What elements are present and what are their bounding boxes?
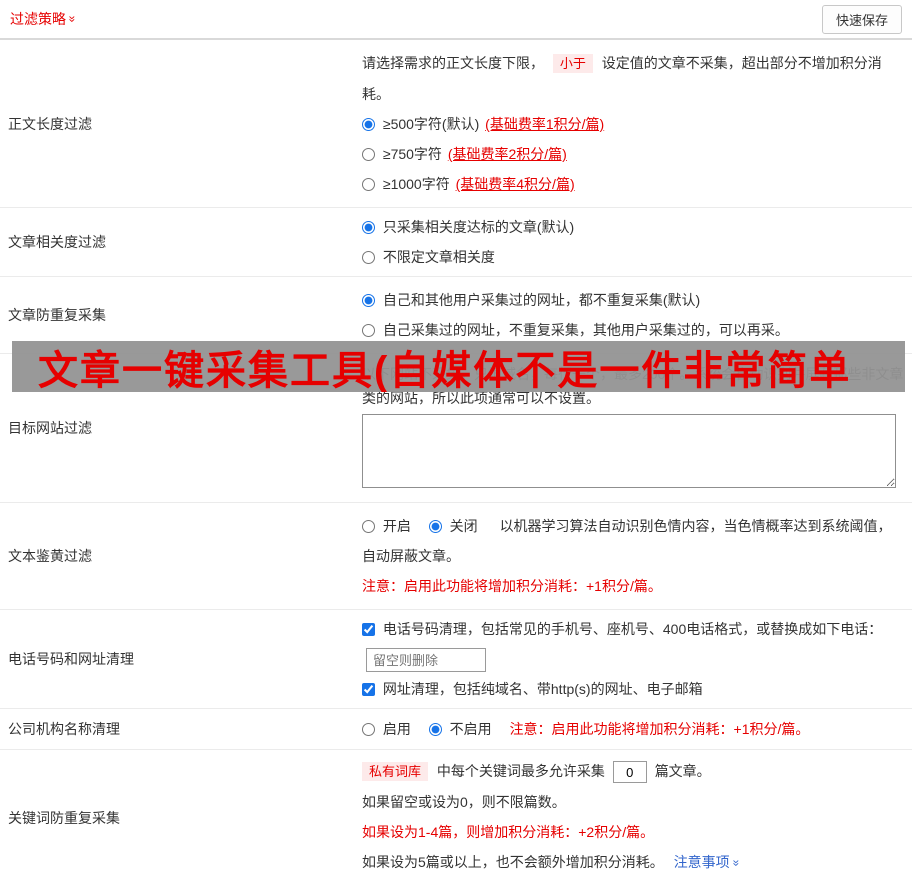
phone-clean-option[interactable]: 电话号码清理，包括常见的手机号、座机号、400电话格式，或替换成如下电话： xyxy=(362,621,882,637)
replacement-phone-input[interactable] xyxy=(366,648,486,673)
row-phone-url-clean: 电话号码和网址清理 电话号码清理，包括常见的手机号、座机号、400电话格式，或替… xyxy=(0,610,912,709)
row-length-filter: 正文长度过滤 请选择需求的正文长度下限， 小于 设定值的文章不采集，超出部分不增… xyxy=(0,40,912,208)
keyword-note-cost: 如果设为1-4篇，则增加积分消耗：+2积分/篇。 xyxy=(362,824,655,840)
option-label: 开启 xyxy=(382,518,411,534)
length-filter-intro: 请选择需求的正文长度下限， 小于 设定值的文章不采集，超出部分不增加积分消耗。 xyxy=(362,48,904,109)
row-company-clean: 公司机构名称清理 启用 不启用 注意：启用此功能将增加积分消耗：+1积分/篇。 xyxy=(0,709,912,750)
less-than-tag: 小于 xyxy=(552,54,593,73)
row-keyword-dedup: 关键词防重复采集 私有词库 中每个关键词最多允许采集 篇文章。 如果留空或设为0… xyxy=(0,750,912,886)
length-filter-label: 正文长度过滤 xyxy=(8,115,92,132)
porn-option-on[interactable]: 开启 xyxy=(362,518,415,534)
keyword-line1-post: 篇文章。 xyxy=(654,763,711,779)
company-clean-content: 启用 不启用 注意：启用此功能将增加积分消耗：+1积分/篇。 xyxy=(362,709,912,749)
porn-radio-off[interactable] xyxy=(428,520,442,533)
dedup-radio-self[interactable] xyxy=(362,324,375,337)
option-label: ≥750字符 xyxy=(382,146,442,162)
option-label: 自己采集过的网址，不重复采集，其他用户采集过的，可以再采。 xyxy=(382,322,789,338)
porn-option-off[interactable]: 关闭 xyxy=(428,518,482,534)
relevance-option-strict[interactable]: 只采集相关度达标的文章(默认) xyxy=(362,219,574,235)
row-porn-filter: 文本鉴黄过滤 开启 关闭 以机器学习算法自动识别色情内容，当色情概率达到系统阈值… xyxy=(0,503,912,610)
length-radio-500[interactable] xyxy=(362,118,375,131)
dedup-option-all[interactable]: 自己和其他用户采集过的网址，都不重复采集(默认) xyxy=(362,292,700,308)
option-label: 关闭 xyxy=(449,518,478,534)
relevance-radio-strict[interactable] xyxy=(362,221,375,234)
page-title-text: 过滤策略 xyxy=(10,11,66,27)
option-label: 自己和其他用户采集过的网址，都不重复采集(默认) xyxy=(382,292,701,308)
watermark-text: 文章一键采集工具(自媒体不是一件非常简单 xyxy=(38,348,852,393)
company-option-on[interactable]: 启用 xyxy=(362,721,415,737)
phone-clean-checkbox[interactable] xyxy=(362,623,375,636)
chevron-down-icon: » xyxy=(729,859,744,867)
option-label: 只采集相关度达标的文章(默认) xyxy=(382,219,575,235)
keyword-dedup-label: 关键词防重复采集 xyxy=(8,810,120,826)
option-label: ≥1000字符 xyxy=(382,176,450,192)
option-label: ≥500字符(默认) xyxy=(382,116,480,132)
phone-url-clean-content: 电话号码清理，包括常见的手机号、座机号、400电话格式，或替换成如下电话： 网址… xyxy=(362,610,912,708)
company-option-off[interactable]: 不启用 xyxy=(428,721,496,737)
dedup-radio-all[interactable] xyxy=(362,294,375,307)
length-radio-750[interactable] xyxy=(362,148,375,161)
keyword-line1-mid: 中每个关键词最多允许采集 xyxy=(436,763,605,779)
notes-link[interactable]: 注意事项» xyxy=(674,854,743,870)
fee-note: (基础费率1积分/篇) xyxy=(485,116,605,132)
company-radio-on[interactable] xyxy=(362,723,375,736)
relevance-filter-label: 文章相关度过滤 xyxy=(8,234,106,250)
relevance-radio-any[interactable] xyxy=(362,251,375,264)
length-option-500[interactable]: ≥500字符(默认) (基础费率1积分/篇) xyxy=(362,116,604,132)
keyword-dedup-content: 私有词库 中每个关键词最多允许采集 篇文章。 如果留空或设为0，则不限篇数。 如… xyxy=(362,750,912,886)
length-filter-content: 请选择需求的正文长度下限， 小于 设定值的文章不采集，超出部分不增加积分消耗。 … xyxy=(362,40,912,207)
quick-save-button[interactable]: 快速保存 xyxy=(821,4,902,34)
chevron-down-icon: » xyxy=(65,15,80,23)
phone-url-clean-label: 电话号码和网址清理 xyxy=(8,651,134,667)
company-clean-label: 公司机构名称清理 xyxy=(8,721,120,737)
watermark-banner: 文章一键采集工具(自媒体不是一件非常简单 xyxy=(12,341,905,392)
blocked-sites-textarea[interactable] xyxy=(362,414,896,488)
keyword-note-five: 如果设为5篇或以上，也不会额外增加积分消耗。 xyxy=(362,854,664,870)
private-lexicon-tag: 私有词库 xyxy=(362,762,429,781)
option-label: 启用 xyxy=(382,721,411,737)
porn-filter-content: 开启 关闭 以机器学习算法自动识别色情内容，当色情概率达到系统阈值，自动屏蔽文章… xyxy=(362,503,912,609)
porn-radio-on[interactable] xyxy=(362,520,375,533)
length-radio-1000[interactable] xyxy=(362,178,375,191)
porn-filter-note: 注意：启用此功能将增加积分消耗：+1积分/篇。 xyxy=(362,578,662,594)
option-label: 网址清理，包括纯域名、带http(s)的网址、电子邮箱 xyxy=(382,681,703,697)
option-label: 不启用 xyxy=(449,721,492,737)
option-label: 不限定文章相关度 xyxy=(382,249,495,265)
company-clean-note: 注意：启用此功能将增加积分消耗：+1积分/篇。 xyxy=(509,721,810,737)
fee-note: (基础费率2积分/篇) xyxy=(447,146,567,162)
option-label: 电话号码清理，包括常见的手机号、座机号、400电话格式，或替换成如下电话： xyxy=(382,621,883,637)
intro-text-pre: 请选择需求的正文长度下限， xyxy=(362,55,544,71)
dedup-option-self[interactable]: 自己采集过的网址，不重复采集，其他用户采集过的，可以再采。 xyxy=(362,322,789,338)
page-title[interactable]: 过滤策略 » xyxy=(10,9,80,29)
fee-note: (基础费率4积分/篇) xyxy=(455,176,575,192)
keyword-note-zero: 如果留空或设为0，则不限篇数。 xyxy=(362,794,566,810)
relevance-option-any[interactable]: 不限定文章相关度 xyxy=(362,249,495,265)
header-bar: 过滤策略 » 快速保存 xyxy=(0,0,912,40)
length-option-1000[interactable]: ≥1000字符 (基础费率4积分/篇) xyxy=(362,176,575,192)
row-relevance-filter: 文章相关度过滤 只采集相关度达标的文章(默认) 不限定文章相关度 xyxy=(0,208,912,277)
url-clean-option[interactable]: 网址清理，包括纯域名、带http(s)的网址、电子邮箱 xyxy=(362,681,703,697)
length-option-750[interactable]: ≥750字符 (基础费率2积分/篇) xyxy=(362,146,567,162)
relevance-filter-content: 只采集相关度达标的文章(默认) 不限定文章相关度 xyxy=(362,208,912,276)
porn-filter-label: 文本鉴黄过滤 xyxy=(8,548,92,564)
max-articles-input[interactable] xyxy=(612,761,647,784)
company-radio-off[interactable] xyxy=(428,723,442,736)
url-clean-checkbox[interactable] xyxy=(362,683,375,696)
